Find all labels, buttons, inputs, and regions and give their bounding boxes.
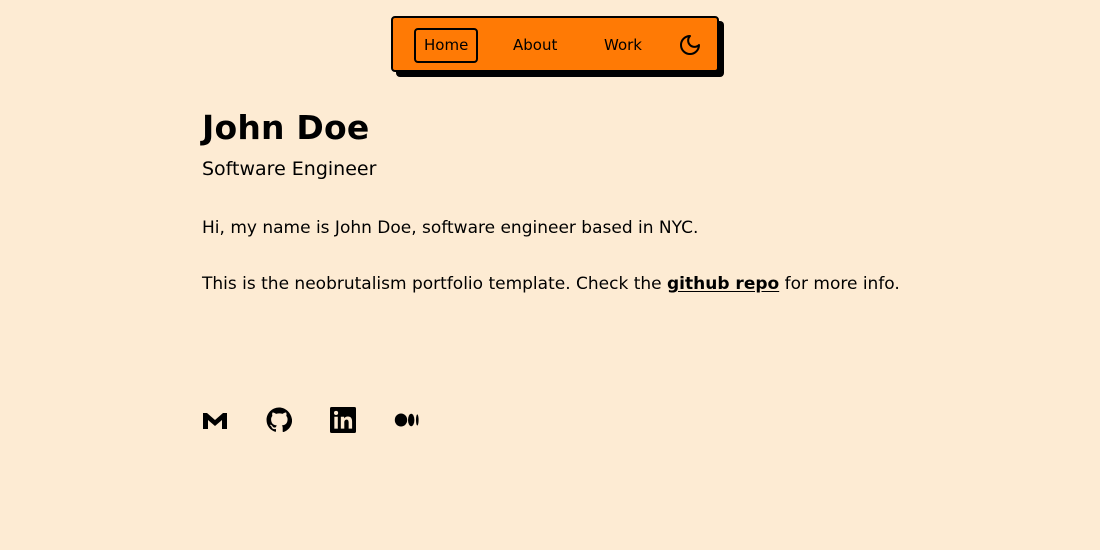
nav-home-link[interactable]: Home [414,28,479,63]
theme-toggle-button[interactable] [678,33,702,57]
medium-link[interactable] [394,407,420,433]
moon-icon [680,35,700,55]
gmail-icon [203,413,227,429]
medium-icon [394,413,419,427]
linkedin-icon [330,407,356,433]
top-navigation: Home About Work [391,16,719,72]
nav-about-link[interactable]: About [513,28,557,63]
linkedin-link[interactable] [330,407,356,433]
gmail-link[interactable] [202,407,228,433]
github-icon [266,407,293,433]
intro-text-before-link: This is the neobrutalism portfolio templ… [202,274,668,294]
intro-paragraph-2: This is the neobrutalism portfolio templ… [202,270,902,298]
main-content: John Doe Software Engineer Hi, my name i… [202,106,902,298]
intro-text-after-link: for more info. [779,274,900,294]
github-link[interactable] [266,407,293,433]
profile-role: Software Engineer [202,158,377,180]
intro-paragraph-1: Hi, my name is John Doe, software engine… [202,218,699,238]
nav-work-link[interactable]: Work [604,28,642,63]
profile-name: John Doe [202,108,370,147]
github-repo-link[interactable]: github repo [667,274,779,294]
